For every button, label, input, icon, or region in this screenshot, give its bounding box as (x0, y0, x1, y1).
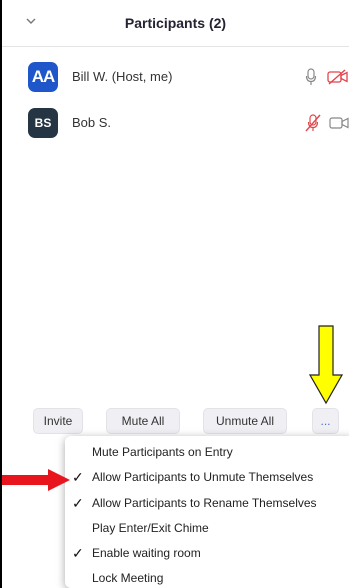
participant-row[interactable]: AA Bill W. (Host, me) (2, 57, 349, 97)
unmute-all-button[interactable]: Unmute All (203, 408, 287, 434)
video-icon[interactable] (329, 116, 349, 130)
menu-item-label: Play Enter/Exit Chime (92, 521, 209, 535)
yellow-arrow-annotation (309, 325, 343, 405)
microphone-icon[interactable] (305, 68, 317, 86)
menu-item-allow-rename[interactable]: ✓ Allow Participants to Rename Themselve… (65, 491, 349, 515)
more-options-menu: Mute Participants on Entry ✓ Allow Parti… (65, 436, 349, 588)
menu-item-waiting-room[interactable]: ✓ Enable waiting room (65, 541, 349, 565)
avatar: BS (28, 108, 58, 138)
participant-row[interactable]: BS Bob S. (2, 103, 349, 143)
video-off-icon[interactable] (327, 69, 349, 85)
participant-name: Bill W. (Host, me) (72, 69, 173, 84)
menu-item-allow-unmute[interactable]: ✓ Allow Participants to Unmute Themselve… (65, 465, 349, 489)
menu-item-label: Allow Participants to Unmute Themselves (92, 470, 314, 484)
menu-item-lock-meeting[interactable]: Lock Meeting (65, 566, 349, 588)
checkmark-icon: ✓ (72, 469, 84, 485)
checkmark-icon: ✓ (72, 495, 84, 511)
menu-item-play-chime[interactable]: Play Enter/Exit Chime (65, 516, 349, 540)
menu-item-label: Allow Participants to Rename Themselves (92, 496, 317, 510)
participants-panel: Participants (2) AA Bill W. (Host, me) B… (2, 0, 349, 588)
avatar: AA (28, 62, 58, 92)
checkmark-icon: ✓ (72, 545, 84, 561)
invite-button[interactable]: Invite (33, 408, 83, 434)
panel-title: Participants (2) (124, 15, 227, 31)
red-arrow-annotation (2, 469, 70, 491)
mute-all-button[interactable]: Mute All (106, 408, 180, 434)
menu-item-mute-on-entry[interactable]: Mute Participants on Entry (65, 440, 349, 464)
participant-name: Bob S. (72, 115, 112, 130)
microphone-muted-icon[interactable] (305, 114, 321, 132)
menu-item-label: Enable waiting room (92, 546, 201, 560)
menu-item-label: Lock Meeting (92, 571, 164, 585)
panel-header: Participants (2) (2, 0, 349, 47)
more-options-button[interactable]: ... (312, 408, 339, 434)
obscured-row-hint (28, 444, 46, 452)
menu-item-label: Mute Participants on Entry (92, 445, 233, 459)
